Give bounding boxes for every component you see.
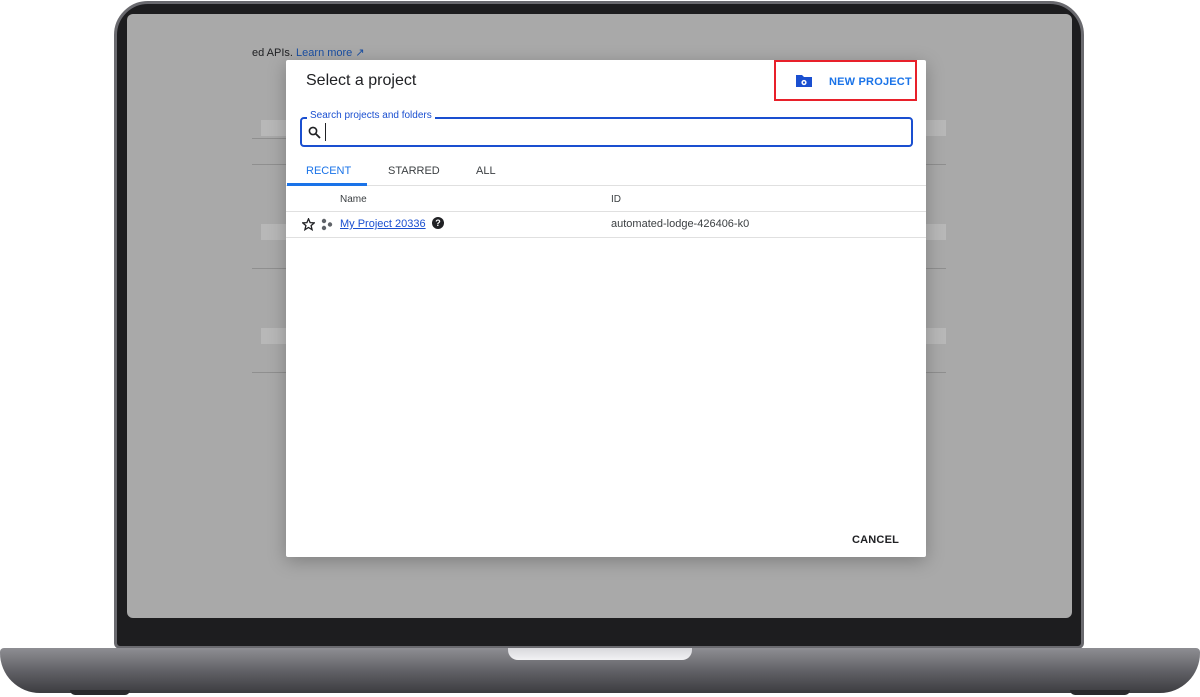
search-input[interactable] bbox=[325, 123, 905, 141]
tab-bar: RECENT STARRED ALL bbox=[286, 160, 926, 186]
background-divider bbox=[252, 164, 286, 165]
learn-more-link[interactable]: Learn more bbox=[296, 47, 352, 59]
tab-recent[interactable]: RECENT bbox=[306, 165, 351, 177]
background-block bbox=[261, 328, 286, 344]
background-divider bbox=[252, 268, 286, 269]
select-project-dialog: Select a project NEW PROJECT Search proj… bbox=[286, 60, 926, 557]
laptop-notch bbox=[508, 648, 692, 660]
background-block bbox=[926, 120, 946, 136]
tab-starred[interactable]: STARRED bbox=[388, 165, 440, 177]
background-block bbox=[926, 224, 946, 240]
new-project-label: NEW PROJECT bbox=[829, 76, 912, 88]
help-icon[interactable]: ? bbox=[432, 217, 444, 229]
background-divider bbox=[926, 372, 946, 373]
search-icon bbox=[308, 126, 321, 139]
project-id: automated-lodge-426406-k0 bbox=[611, 218, 750, 230]
background-block bbox=[261, 120, 286, 136]
background-text: ed APIs. Learn more ↗ bbox=[252, 46, 365, 59]
background-divider bbox=[252, 138, 286, 139]
project-name-link[interactable]: My Project 20336 bbox=[340, 218, 426, 230]
column-header-name: Name bbox=[340, 194, 367, 205]
laptop-foot-left bbox=[70, 690, 130, 695]
table-row[interactable]: My Project 20336 ? automated-lodge-42640… bbox=[286, 212, 926, 238]
active-tab-indicator bbox=[287, 183, 367, 186]
background-text-label: ed APIs. bbox=[252, 47, 293, 59]
background-divider bbox=[926, 164, 946, 165]
background-divider bbox=[252, 372, 286, 373]
background-divider bbox=[926, 268, 946, 269]
column-header-id: ID bbox=[611, 194, 621, 205]
dialog-title: Select a project bbox=[306, 72, 417, 89]
star-icon[interactable] bbox=[302, 218, 315, 231]
background-block bbox=[261, 224, 286, 240]
screen: ed APIs. Learn more ↗ Select a project N… bbox=[127, 14, 1072, 618]
tab-all[interactable]: ALL bbox=[476, 165, 496, 177]
search-label: Search projects and folders bbox=[307, 110, 435, 121]
background-block bbox=[926, 328, 946, 344]
cancel-button[interactable]: CANCEL bbox=[852, 534, 899, 546]
new-project-button[interactable]: NEW PROJECT bbox=[774, 60, 917, 101]
search-field[interactable]: Search projects and folders bbox=[300, 110, 913, 147]
table-header: Name ID bbox=[286, 188, 926, 212]
organization-icon bbox=[321, 218, 333, 231]
folder-gear-icon bbox=[796, 75, 812, 87]
external-link-icon: ↗ bbox=[355, 47, 365, 59]
laptop-foot-right bbox=[1070, 690, 1130, 695]
